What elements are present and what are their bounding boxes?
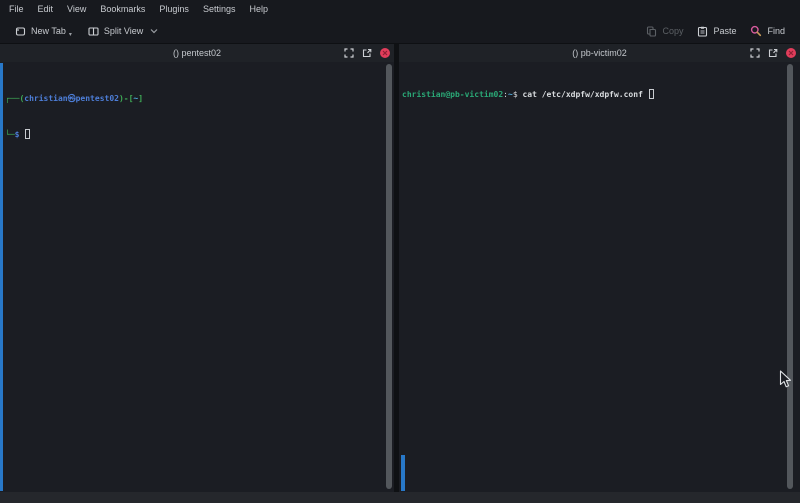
split-view-icon — [88, 26, 99, 37]
copy-icon — [646, 26, 657, 37]
maximize-view-icon[interactable] — [344, 48, 354, 58]
toolbar: New Tab ▾ Split View Copy — [0, 19, 800, 44]
new-tab-dropdown-caret[interactable]: ▾ — [69, 31, 72, 38]
close-view-icon[interactable] — [380, 48, 390, 58]
copy-label: Copy — [662, 26, 683, 36]
chevron-down-icon — [150, 28, 158, 34]
pane-header-icons — [750, 44, 796, 62]
paste-button[interactable]: Paste — [690, 21, 743, 42]
pane-pentest02: () pentest02 ┌──(christian㉿pentest02)-[~… — [0, 44, 394, 492]
terminal-pb-victim02[interactable]: christian@pb-victim02:~$ cat /etc/xdpfw/… — [399, 62, 800, 492]
tab-new-icon — [15, 26, 26, 37]
menu-help[interactable]: Help — [242, 0, 275, 19]
close-view-icon[interactable] — [786, 48, 796, 58]
scrollbar-thumb[interactable] — [386, 64, 392, 489]
toolbar-right-group: Copy Paste Find — [639, 21, 792, 42]
pane-title: () pb-victim02 — [572, 48, 627, 58]
pane-title: () pentest02 — [173, 48, 221, 58]
pane-pb-victim02: () pb-victim02 christian@pb-victim02:~$ … — [399, 44, 800, 492]
find-label: Find — [767, 26, 785, 36]
terminal-pentest02[interactable]: ┌──(christian㉿pentest02)-[~] └─$ — [0, 62, 394, 492]
menu-edit[interactable]: Edit — [31, 0, 61, 19]
window-bottom-strip — [0, 492, 800, 503]
menu-settings[interactable]: Settings — [196, 0, 243, 19]
pane-header-pb-victim02[interactable]: () pb-victim02 — [399, 44, 800, 62]
menu-bookmarks[interactable]: Bookmarks — [93, 0, 152, 19]
split-view-button[interactable]: Split View — [81, 21, 165, 42]
highlight-indicator — [401, 455, 405, 491]
detach-view-icon[interactable] — [768, 48, 778, 58]
typed-command: cat /etc/xdpfw/xdpfw.conf — [522, 90, 642, 99]
menubar: File Edit View Bookmarks Plugins Setting… — [0, 0, 800, 19]
pane-header-pentest02[interactable]: () pentest02 — [0, 44, 394, 62]
highlight-indicator — [0, 63, 3, 491]
split-view-label: Split View — [104, 26, 143, 36]
scrollbar-thumb[interactable] — [787, 64, 793, 489]
prompt-line: christian@pb-victim02:~$ cat /etc/xdpfw/… — [402, 89, 800, 101]
pane-header-icons — [344, 44, 390, 62]
maximize-view-icon[interactable] — [750, 48, 760, 58]
magnifier-icon — [750, 25, 762, 37]
copy-button[interactable]: Copy — [639, 21, 690, 42]
menu-view[interactable]: View — [60, 0, 93, 19]
prompt-line-2: └─$ — [5, 129, 394, 141]
konsole-window: File Edit View Bookmarks Plugins Setting… — [0, 0, 800, 503]
paste-label: Paste — [713, 26, 736, 36]
detach-view-icon[interactable] — [362, 48, 372, 58]
menu-file[interactable]: File — [2, 0, 31, 19]
terminal-cursor — [25, 129, 30, 139]
find-button[interactable]: Find — [743, 21, 792, 42]
paste-icon — [697, 26, 708, 37]
split-workspace: () pentest02 ┌──(christian㉿pentest02)-[~… — [0, 44, 800, 492]
new-tab-button[interactable]: New Tab ▾ — [8, 21, 81, 42]
terminal-cursor — [649, 89, 654, 99]
new-tab-label: New Tab — [31, 26, 66, 36]
menu-plugins[interactable]: Plugins — [152, 0, 196, 19]
prompt-line-1: ┌──(christian㉿pentest02)-[~] — [5, 93, 394, 105]
